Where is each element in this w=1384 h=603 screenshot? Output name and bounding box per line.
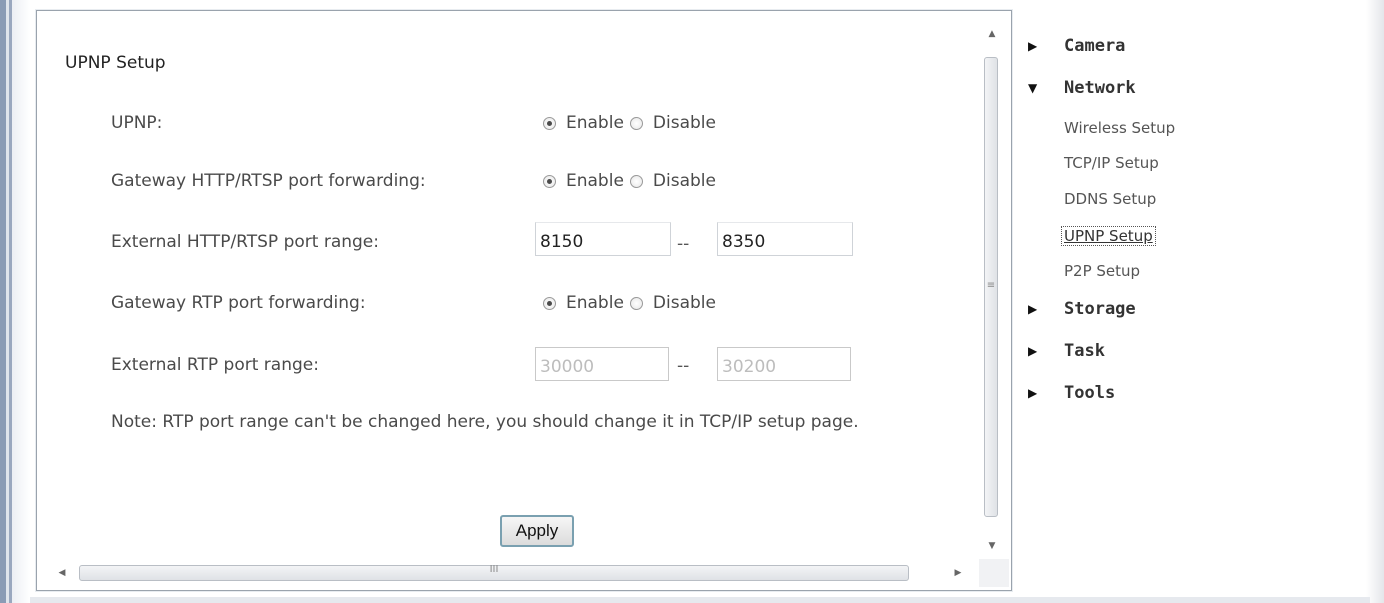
nav-tcpip-setup[interactable]: TCP/IP Setup	[1064, 154, 1159, 172]
gateway-http-label: Gateway HTTP/RTSP port forwarding:	[111, 171, 426, 191]
gateway-http-disable-radio[interactable]	[629, 174, 643, 188]
upnp-label: UPNP:	[111, 113, 163, 133]
nav-storage-label[interactable]: Storage	[1064, 299, 1136, 319]
gateway-rtp-radio-group: Enable Disable	[543, 293, 722, 313]
gateway-http-enable-radio[interactable]	[543, 174, 556, 188]
scroll-down-arrow-icon[interactable]: ▼	[978, 535, 1006, 557]
nav-p2p-setup[interactable]: P2P Setup	[1064, 262, 1140, 280]
ext-rtp-range-separator: --	[677, 356, 690, 376]
nav-task[interactable]: ▶ Task	[1028, 341, 1105, 361]
gateway-rtp-disable-label[interactable]: Disable	[653, 293, 716, 313]
scroll-up-arrow-icon[interactable]: ▲	[978, 23, 1006, 45]
gateway-http-enable-label[interactable]: Enable	[566, 171, 624, 191]
collapsed-arrow-icon: ▶	[1028, 344, 1038, 358]
nav-storage[interactable]: ▶ Storage	[1028, 299, 1136, 319]
gateway-rtp-enable-radio[interactable]	[543, 296, 556, 310]
upnp-radio-group: Enable Disable	[543, 113, 722, 133]
window-left-border	[0, 0, 30, 603]
gateway-rtp-label: Gateway RTP port forwarding:	[111, 293, 366, 313]
gateway-rtp-enable-label[interactable]: Enable	[566, 293, 624, 313]
settings-sidebar: ▶ Camera ▼ Network Wireless Setup TCP/IP…	[1028, 0, 1358, 600]
ext-http-to-input[interactable]: 8350	[717, 222, 853, 256]
horizontal-scroll-thumb[interactable]: III	[79, 564, 909, 581]
ext-http-from-input[interactable]: 8150	[535, 222, 671, 256]
scrollbar-corner	[979, 559, 1009, 587]
gateway-http-disable-label[interactable]: Disable	[653, 171, 716, 191]
upnp-disable-label[interactable]: Disable	[653, 113, 716, 133]
upnp-enable-label[interactable]: Enable	[566, 113, 624, 133]
scroll-left-arrow-icon[interactable]: ◀	[51, 559, 73, 587]
scroll-right-arrow-icon[interactable]: ▶	[947, 559, 969, 587]
ext-rtp-range-label: External RTP port range:	[111, 355, 319, 375]
section-title: UPNP Setup	[65, 53, 166, 73]
gateway-http-radio-group: Enable Disable	[543, 171, 722, 191]
gateway-rtp-disable-radio[interactable]	[629, 296, 643, 310]
nav-camera[interactable]: ▶ Camera	[1028, 36, 1125, 56]
collapsed-arrow-icon: ▶	[1028, 302, 1038, 316]
upnp-disable-radio[interactable]	[629, 116, 643, 130]
horizontal-scrollbar[interactable]: ◀ III ▶	[47, 559, 975, 587]
nav-network-label[interactable]: Network	[1064, 78, 1136, 98]
settings-frame: UPNP Setup UPNP: Enable Disable Gateway …	[36, 10, 1012, 591]
expanded-arrow-icon: ▼	[1028, 81, 1038, 95]
window-right-border	[1366, 0, 1384, 603]
vertical-grip-icon: ≡	[986, 280, 996, 291]
upnp-enable-radio[interactable]	[543, 116, 556, 130]
nav-upnp-setup[interactable]: UPNP Setup	[1061, 226, 1156, 246]
collapsed-arrow-icon: ▶	[1028, 39, 1038, 53]
nav-wireless-setup[interactable]: Wireless Setup	[1064, 119, 1175, 137]
rtp-note: Note: RTP port range can't be changed he…	[111, 412, 859, 432]
nav-task-label[interactable]: Task	[1064, 341, 1105, 361]
ext-rtp-to-input[interactable]: 30200	[717, 347, 851, 381]
nav-ddns-setup[interactable]: DDNS Setup	[1064, 190, 1156, 208]
ext-rtp-from-input[interactable]: 30000	[535, 347, 669, 381]
horizontal-grip-icon: III	[489, 564, 499, 575]
vertical-scroll-thumb[interactable]: ≡	[984, 57, 998, 517]
apply-button[interactable]: Apply	[500, 515, 574, 547]
ext-http-range-separator: --	[677, 234, 690, 254]
vertical-scrollbar[interactable]: ▲ ≡ ▼	[978, 23, 1006, 557]
collapsed-arrow-icon: ▶	[1028, 386, 1038, 400]
nav-network[interactable]: ▼ Network	[1028, 78, 1136, 98]
settings-content: UPNP Setup UPNP: Enable Disable Gateway …	[37, 11, 977, 556]
nav-tools[interactable]: ▶ Tools	[1028, 383, 1115, 403]
ext-http-range-label: External HTTP/RTSP port range:	[111, 232, 379, 252]
nav-camera-label[interactable]: Camera	[1064, 36, 1125, 56]
nav-tools-label[interactable]: Tools	[1064, 383, 1115, 403]
